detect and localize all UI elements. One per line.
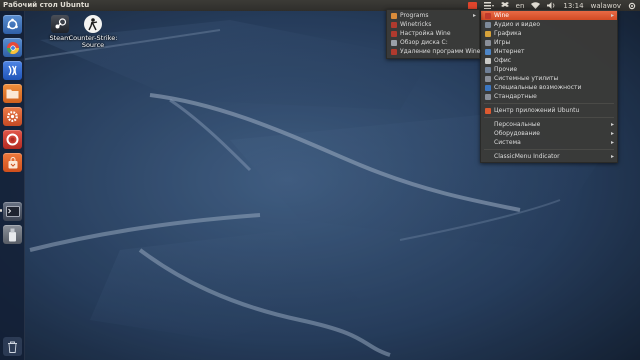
submenu-arrow-icon: ▸ [472,12,476,19]
menu-item-label: ClassicMenu Indicator [494,153,560,160]
menu-item-центр-приложений-ubuntu[interactable]: Центр приложений Ubuntu [481,106,617,115]
launcher-terminal[interactable] [3,202,22,221]
office-icon [485,57,491,64]
usb-drive-icon [9,228,16,241]
menu-item-label: Стандартные [494,93,537,100]
menu-item-прочие[interactable]: Прочие [481,65,617,74]
menu-item-label: Офис [494,57,512,64]
games-icon [485,39,491,46]
folder-icon [6,89,19,99]
internet-icon [485,48,491,55]
trash-icon [8,341,17,353]
menu-item-система[interactable]: Система ▸ [481,138,617,147]
submenu-arrow-icon: ▸ [610,121,614,128]
menu-item-label: Специальные возможности [494,84,582,91]
submenu-arrow-icon: ▸ [610,12,614,19]
menu-item-специальные-возможности[interactable]: Специальные возможности [481,83,617,92]
other-icon [485,66,491,73]
wine-icon [485,12,491,19]
accessibility-icon [485,84,491,91]
desktop-icon-counter-strike[interactable]: Counter-Strike: Source [68,15,118,49]
menu-item-офис[interactable]: Офис [481,56,617,65]
running-indicator [0,209,2,212]
menu-item-удаление-программ-wine[interactable]: Удаление программ Wine [387,47,481,56]
menu-item-label: Прочие [494,66,518,73]
wine-icon [8,65,17,76]
ubuntu-logo-icon [7,18,18,30]
menu-item-оборудование[interactable]: Оборудование ▸ [481,129,617,138]
submenu-arrow-icon: ▸ [610,130,614,137]
menu-item-label: Центр приложений Ubuntu [494,107,580,114]
menu-item-classicmenu-indicator[interactable]: ClassicMenu Indicator ▸ [481,152,617,161]
audio-video-icon [485,21,491,28]
unity-launcher [0,11,25,360]
launcher-usb-drive[interactable] [3,225,22,244]
gear-icon [7,111,18,122]
menu-item-системные-утилиты[interactable]: Системные утилиты [481,74,617,83]
terminal-icon [5,206,20,217]
submenu-arrow-icon: ▸ [610,153,614,160]
menu-item-label: Обзор диска C: [400,39,448,46]
launcher-system-settings[interactable] [3,107,22,126]
menu-item-игры[interactable]: Игры [481,38,617,47]
menu-item-интернет[interactable]: Интернет [481,47,617,56]
wine-submenu: Programs ▸ Winetricks Настройка Wine Обзор д… [386,9,480,59]
menu-separator [484,103,614,104]
software-center-icon [485,107,491,114]
menu-item-label: Winetricks [400,21,432,28]
launcher-dash-button[interactable] [3,15,22,34]
menu-item-label: Wine [494,12,509,19]
launcher-help[interactable] [3,130,22,149]
chromium-icon [6,41,19,54]
menu-item-label: Система [494,139,521,146]
menu-item-label: Programs [400,12,429,19]
lifebuoy-icon [6,133,19,146]
menu-item-персональные[interactable]: Персональные ▸ [481,120,617,129]
menu-separator [484,149,614,150]
classic-menu: Wine ▸ Аудио и видео Графика Игры Интернет Офи… [480,9,618,163]
menu-item-label: Настройка Wine [400,30,451,37]
desktop-icon-label: Steam [49,34,71,42]
wine-config-icon [391,30,397,37]
launcher-files[interactable] [3,84,22,103]
menu-item-winetricks[interactable]: Winetricks [387,20,479,29]
menu-item-label: Графика [494,30,522,37]
menu-item-стандартные[interactable]: Стандартные [481,92,617,101]
menu-item-обзор-диска-c[interactable]: Обзор диска C: [387,38,479,47]
menu-item-графика[interactable]: Графика [481,29,617,38]
menu-item-label: Игры [494,39,511,46]
menu-item-настройка-wine[interactable]: Настройка Wine [387,29,479,38]
menu-item-аудио-и-видео[interactable]: Аудио и видео [481,20,617,29]
power-gear-icon[interactable] [628,0,636,11]
menu-item-programs[interactable]: Programs ▸ [387,11,479,20]
menu-item-wine[interactable]: Wine ▸ [481,11,617,20]
desktop-icon-label: Counter-Strike: Source [68,34,118,49]
drive-icon [391,39,397,46]
folder-icon [391,12,397,19]
shopping-bag-icon [8,156,17,168]
menu-item-label: Оборудование [494,130,540,137]
system-tools-icon [485,75,491,82]
submenu-arrow-icon: ▸ [610,139,614,146]
counter-strike-icon [84,15,102,33]
launcher-trash[interactable] [3,337,22,356]
launcher-chromium[interactable] [3,38,22,57]
menu-item-label: Персональные [494,121,541,128]
steam-icon [51,15,69,33]
menu-item-label: Интернет [494,48,525,55]
accessories-icon [485,93,491,100]
winetricks-icon [391,21,397,28]
menu-item-label: Системные утилиты [494,75,559,82]
menu-separator [484,117,614,118]
uninstall-icon [391,48,397,55]
launcher-software-center[interactable] [3,153,22,172]
window-title: Рабочий стол Ubuntu [3,1,90,9]
launcher-wine[interactable] [3,61,22,80]
menu-item-label: Аудио и видео [494,21,541,28]
graphics-icon [485,30,491,37]
menu-item-label: Удаление программ Wine [400,48,481,55]
